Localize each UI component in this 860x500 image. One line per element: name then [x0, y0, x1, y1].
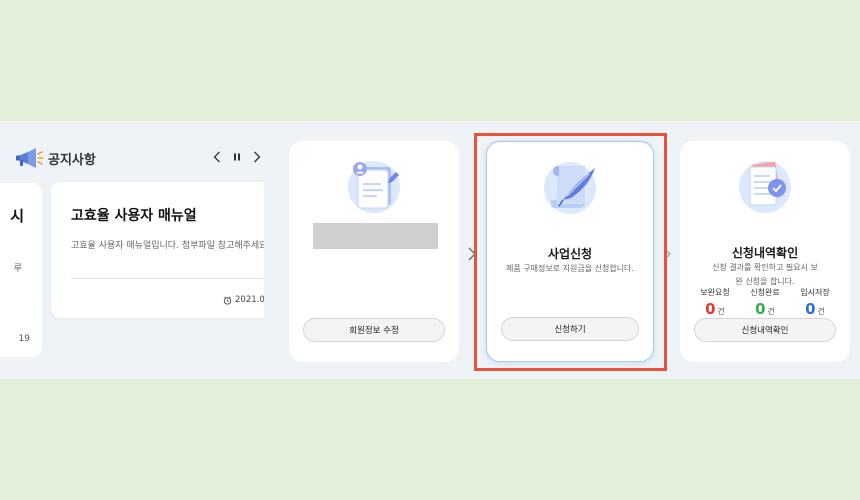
stat-value: 0	[805, 300, 816, 318]
notice-controls	[210, 148, 264, 166]
notice-next-button[interactable]	[250, 148, 264, 166]
application-history-desc: 신청 결과를 확인하고 필요시 보완 신청을 합니다.	[712, 263, 818, 286]
main-panel: 공지사항 시 루 19 고효율 사용자 매뉴얼 고효율 사용자 매뉴얼입니다. …	[0, 121, 860, 379]
stat-supplement-request[interactable]: 보완요청 0 건	[690, 287, 740, 318]
clock-icon	[223, 296, 232, 305]
stat-value: 0	[755, 300, 766, 318]
member-form-icon	[348, 161, 400, 213]
stat-unit: 건	[817, 307, 825, 316]
notice-card-previous[interactable]: 시 루 19	[0, 183, 42, 357]
notice-card-text: 고효율 사용자 매뉴얼입니다. 첨부파일 참고해주세요.	[71, 241, 264, 251]
notice-header: 공지사항	[14, 145, 264, 171]
step-card-application-history: 신청내역확인 신청 결과를 확인하고 필요시 보완 신청을 합니다. 보완요청 …	[680, 141, 850, 362]
notice-prev-button[interactable]	[210, 148, 224, 166]
stat-value: 0	[705, 300, 716, 318]
notice-card[interactable]: 고효율 사용자 매뉴얼 고효율 사용자 매뉴얼입니다. 첨부파일 참고해주세요.…	[51, 182, 264, 318]
notice-prev-title: 시	[10, 207, 24, 225]
notice-card-date: 2021.04	[223, 295, 264, 305]
view-history-button[interactable]: 신청내역확인	[694, 318, 836, 342]
chevron-right-icon	[254, 151, 261, 163]
stat-label: 신청완료	[750, 288, 780, 297]
application-stats: 보완요청 0 건 신청완료 0 건 임시저장 0 건	[690, 287, 840, 318]
step-card-member-info: 회원정보 수정	[289, 141, 459, 362]
pause-icon	[234, 153, 240, 161]
application-history-title: 신청내역확인	[731, 246, 799, 260]
stat-application-complete[interactable]: 신청완료 0 건	[740, 287, 790, 318]
stat-unit: 건	[767, 307, 775, 316]
notice-carousel: 시 루 19 고효율 사용자 매뉴얼 고효율 사용자 매뉴얼입니다. 첨부파일 …	[0, 179, 264, 361]
notice-card-title: 고효율 사용자 매뉴얼	[71, 208, 197, 224]
notice-pause-button[interactable]	[230, 148, 244, 166]
selection-highlight	[474, 133, 667, 371]
stat-label: 보완요청	[700, 288, 730, 297]
notice-card-date-text: 2021.04	[235, 295, 264, 305]
notice-prev-date: 19	[18, 334, 30, 344]
megaphone-icon	[16, 148, 44, 168]
stat-unit: 건	[717, 307, 725, 316]
document-check-icon	[739, 161, 791, 213]
notice-card-divider	[71, 278, 264, 279]
stat-label: 임시저장	[800, 288, 830, 297]
stat-temp-saved[interactable]: 임시저장 0 건	[790, 287, 840, 318]
redacted-content	[313, 223, 438, 249]
notice-prev-text: 루	[13, 264, 22, 274]
edit-member-info-button[interactable]: 회원정보 수정	[303, 318, 445, 342]
chevron-left-icon	[213, 151, 220, 163]
notice-title: 공지사항	[48, 152, 96, 168]
